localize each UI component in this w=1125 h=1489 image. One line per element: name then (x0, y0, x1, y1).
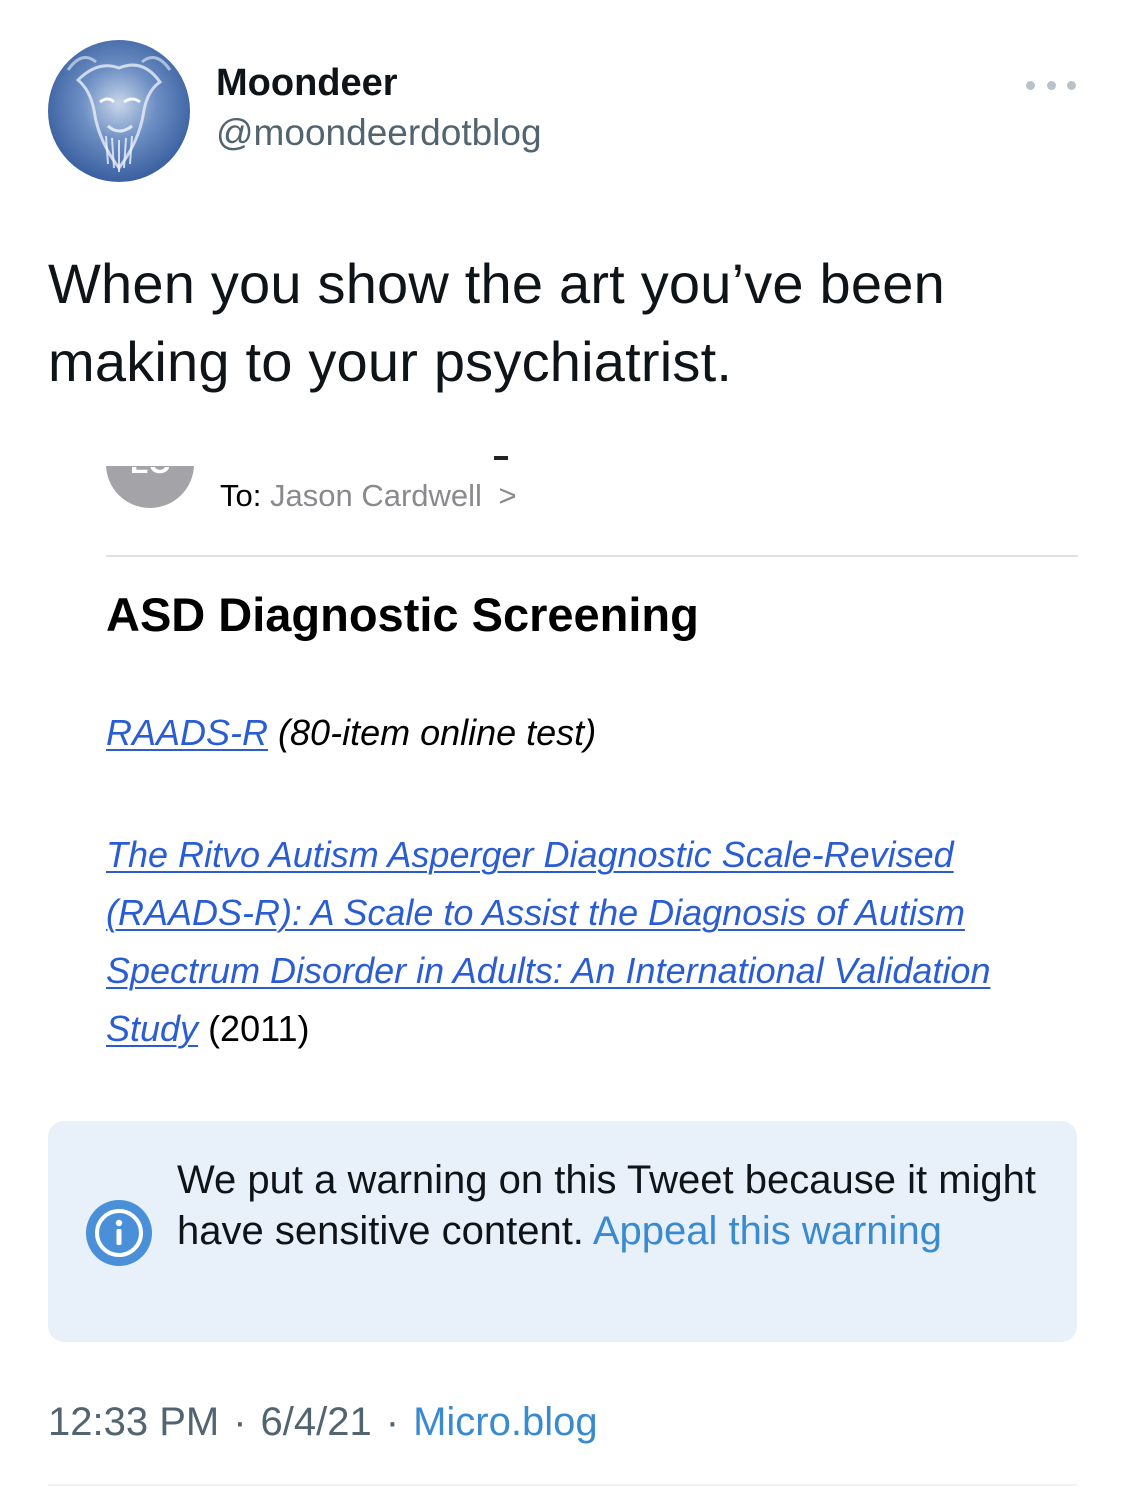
bottom-divider (48, 1484, 1077, 1486)
tweet-source-link[interactable]: Micro.blog (413, 1400, 598, 1444)
more-dot (1026, 80, 1035, 90)
email-sender-avatar (106, 466, 194, 508)
avatar-artwork (66, 56, 172, 172)
author-display-name[interactable]: Moondeer (216, 62, 398, 105)
author-handle[interactable]: @moondeerdotblog (216, 112, 542, 154)
tweet-text: When you show the art you’ve been making… (48, 252, 945, 393)
warning-message: We put a warning on this Tweet because i… (177, 1155, 1047, 1257)
paper-year: (2011) (208, 1008, 310, 1049)
more-dot (1067, 80, 1076, 90)
email-to-label: To: (220, 478, 262, 513)
email-subject: ASD Diagnostic Screening (106, 588, 699, 641)
more-options-icon[interactable] (1026, 78, 1076, 92)
email-recipient: Jason Cardwell (269, 478, 482, 513)
separator-dot: · (233, 1400, 247, 1444)
email-paper-citation: The Ritvo Autism Asperger Diagnostic Sca… (106, 826, 1066, 1058)
info-icon (86, 1200, 152, 1266)
more-dot (1046, 80, 1056, 90)
email-divider (106, 555, 1078, 557)
chevron-right-icon: > (498, 478, 517, 513)
separator-dot: · (385, 1400, 400, 1444)
raads-r-description: (80-item online test) (278, 712, 597, 753)
email-to-line: To: Jason Cardwell > (220, 478, 517, 514)
appeal-warning-link[interactable]: Appeal this warning (593, 1209, 942, 1253)
tweet-date[interactable]: 6/4/21 (261, 1400, 372, 1444)
tweet-metadata: 12:33 PM · 6/4/21 · Micro.blog (48, 1400, 598, 1445)
raads-r-link: RAADS-R (106, 712, 269, 753)
email-raads-line: RAADS-R (80-item online test) (106, 712, 596, 754)
author-avatar[interactable] (48, 40, 190, 182)
email-cropped-glyph (494, 456, 508, 460)
tweet-time[interactable]: 12:33 PM (48, 1400, 219, 1444)
email-sender-initials: LC (130, 447, 170, 480)
